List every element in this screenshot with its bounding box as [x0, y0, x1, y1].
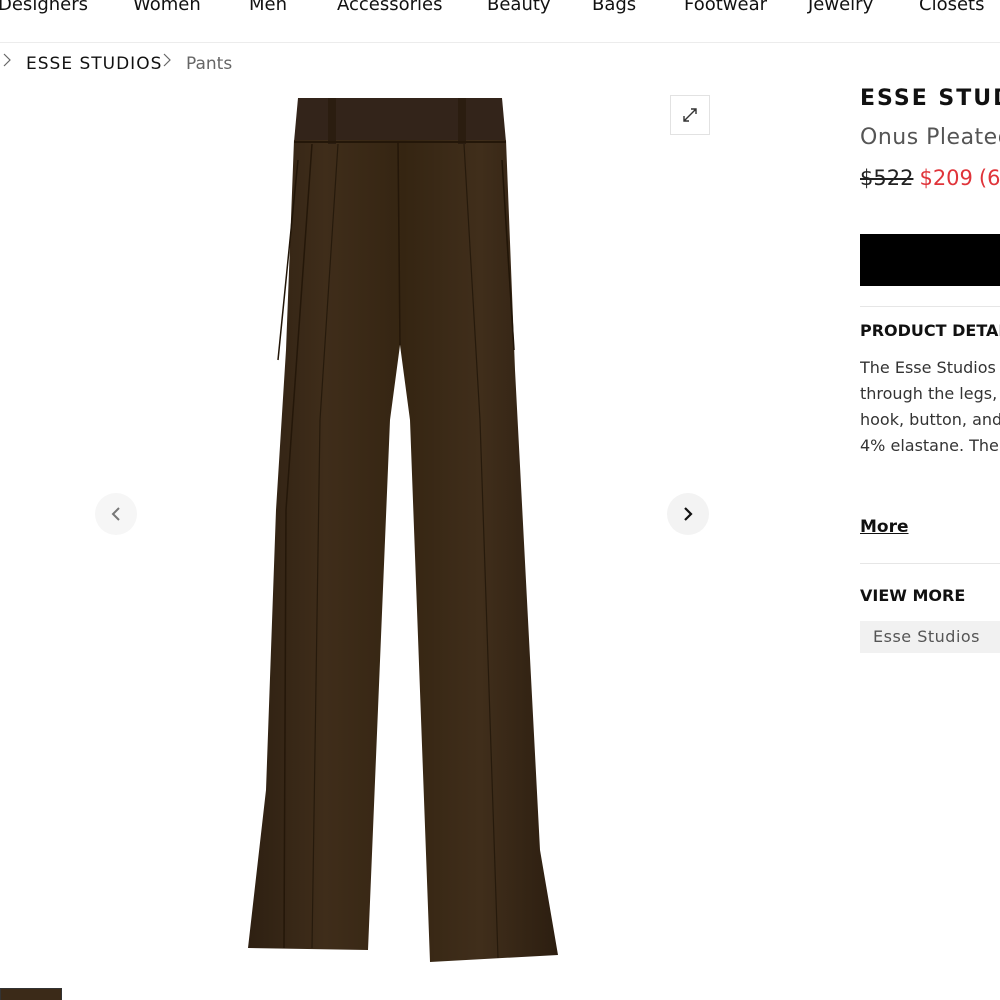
product-brand[interactable]: ESSE STUDI — [860, 86, 1000, 111]
next-image-button[interactable] — [667, 493, 709, 535]
nav-item-beauty[interactable]: Beauty — [487, 0, 551, 15]
product-image — [248, 98, 558, 962]
breadcrumb-brand-link[interactable]: ESSE STUDIOS — [26, 54, 162, 74]
nav-item-men[interactable]: Men — [249, 0, 287, 15]
previous-image-button[interactable] — [95, 493, 137, 535]
sale-price: $209 — [919, 166, 973, 190]
product-page: Designers Women Men Accessories Beauty B… — [0, 0, 1000, 1000]
divider — [860, 306, 1000, 307]
nav-item-accessories[interactable]: Accessories — [337, 0, 443, 15]
nav-item-designers[interactable]: Designers — [0, 0, 88, 15]
view-more-tag[interactable] — [992, 621, 1000, 653]
product-details-title: PRODUCT DETAILS — [860, 321, 1000, 340]
more-details-link[interactable]: More — [860, 517, 909, 537]
chevron-right-icon — [162, 52, 172, 71]
add-to-bag-button[interactable] — [860, 234, 1000, 286]
top-nav: Designers Women Men Accessories Beauty B… — [0, 0, 1000, 43]
original-price: $522 — [860, 166, 914, 190]
product-gallery — [0, 90, 820, 1000]
expand-icon — [683, 108, 697, 122]
product-thumbnail[interactable] — [0, 988, 62, 1000]
description-line: The Esse Studios w — [860, 358, 1000, 377]
breadcrumb-current: Pants — [186, 54, 233, 74]
description-line: 4% elastane. The in — [860, 436, 1000, 455]
nav-item-bags[interactable]: Bags — [592, 0, 636, 15]
description-line: through the legs, a — [860, 384, 1000, 403]
nav-item-footwear[interactable]: Footwear — [684, 0, 767, 15]
view-more-tag-brand[interactable]: Esse Studios — [860, 621, 994, 653]
discount-percent: (6 — [978, 166, 1000, 190]
expand-image-button[interactable] — [670, 95, 710, 135]
nav-item-women[interactable]: Women — [133, 0, 201, 15]
price-row: $522 $209 (6 — [860, 166, 1000, 190]
product-info-panel: ESSE STUDI Onus Pleated $522$209(6 PRODU… — [860, 0, 1000, 1000]
product-name: Onus Pleated — [860, 125, 1000, 150]
chevron-left-icon — [111, 507, 120, 521]
description-line: hook, button, and z — [860, 410, 1000, 429]
view-more-title: VIEW MORE — [860, 586, 966, 605]
divider — [860, 563, 1000, 564]
chevron-right-icon — [2, 52, 12, 71]
chevron-right-icon — [684, 507, 693, 521]
